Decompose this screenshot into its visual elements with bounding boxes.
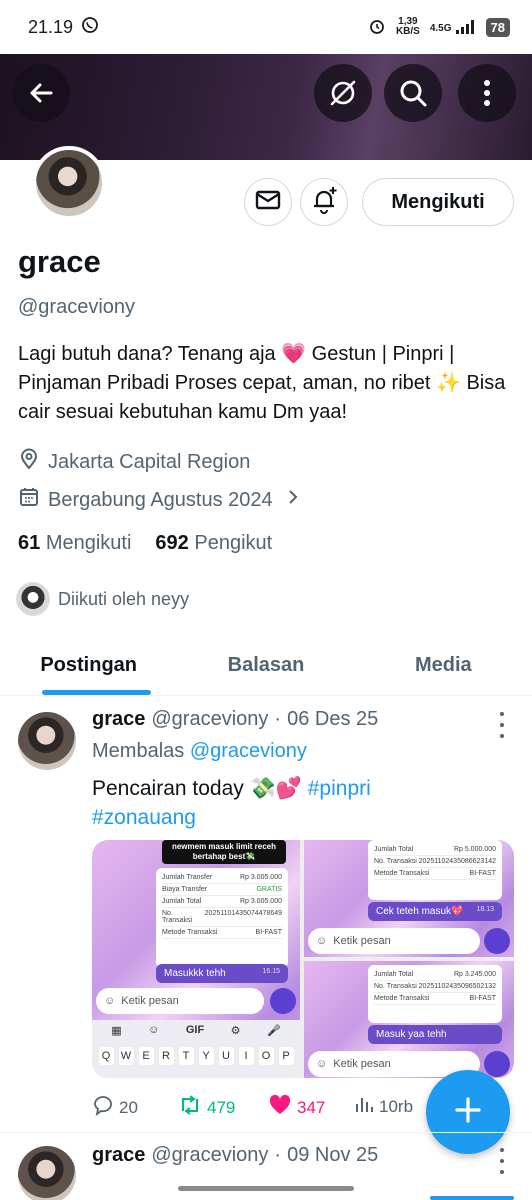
compose-button[interactable]	[426, 1070, 510, 1154]
views-count: 10rb	[379, 1096, 414, 1116]
post-dot: ·	[274, 1144, 282, 1166]
plus-icon	[453, 1095, 483, 1130]
follow-counts: 61 Mengikuti 692 Pengikut	[18, 532, 272, 555]
post-more-icon[interactable]	[492, 712, 512, 738]
location-row: Jakarta Capital Region	[18, 448, 250, 476]
followers-count-link[interactable]: 692 Pengikut	[155, 532, 272, 555]
arrow-left-icon	[27, 79, 55, 107]
bell-plus-icon	[309, 185, 339, 220]
transfer-receipt: Jumlah Total Rp 3.245.000 No. Transaksi 20…	[368, 965, 502, 1023]
mic-icon	[484, 1051, 510, 1077]
post-date: 06 Des 25	[287, 708, 379, 730]
repost-icon	[178, 1094, 202, 1121]
media-image-1[interactable]: newmem masuk limit receh bertahap best💸 …	[92, 840, 300, 1078]
repost-button[interactable]: 479	[178, 1094, 235, 1121]
post-author-name[interactable]: grace	[92, 1144, 145, 1167]
profile-tabs: Postingan Balasan Media	[0, 636, 532, 696]
search-button[interactable]	[384, 64, 442, 122]
reply-button[interactable]: 20	[92, 1094, 138, 1121]
post-text: Pencairan today 💸💕 #pinpri #zonauang	[92, 777, 371, 829]
following-count-link[interactable]: 61 Mengikuti	[18, 532, 131, 555]
views-button[interactable]: 10rb	[354, 1094, 413, 1119]
views-bar-icon	[354, 1094, 374, 1119]
grok-icon	[327, 77, 359, 109]
signal-icon: 4.5G	[430, 20, 476, 34]
post-header: grace @graceviony · 06 Des 25	[92, 708, 378, 731]
profile-bio: Lagi butuh dana? Tenang aja 💗 Gestun | P…	[18, 343, 506, 423]
post-author-handle: @graceviony	[151, 1144, 269, 1166]
chat-bubble: Cek teteh masuk💖 18.13	[368, 902, 502, 921]
post-more-icon[interactable]	[492, 1148, 512, 1174]
like-count: 347	[297, 1097, 326, 1117]
alarm-icon	[368, 17, 386, 38]
comment-icon	[92, 1094, 114, 1121]
reply-to-link[interactable]: @graceviony	[190, 740, 307, 762]
location-text: Jakarta Capital Region	[48, 450, 251, 473]
tab-media[interactable]: Media	[355, 636, 532, 695]
transfer-receipt: Jumlah Transfer Rp 3.005.000 Biaya Transf…	[156, 868, 288, 968]
heart-icon	[268, 1094, 292, 1121]
media-caption-label: newmem masuk limit receh bertahap best💸	[162, 840, 286, 864]
profile-handle: @graceviony	[18, 296, 136, 318]
chat-input: ☺ Ketik pesan	[96, 988, 264, 1014]
tab-indicator-bar	[430, 1196, 514, 1200]
grok-button[interactable]	[314, 64, 372, 122]
post-dot: ·	[274, 708, 282, 730]
media-image-2[interactable]: Jumlah Total Rp 5.000.000 No. Transaksi 20…	[304, 840, 514, 957]
like-button[interactable]: 347	[268, 1094, 325, 1121]
followed-by-text: Diikuti oleh neyy	[58, 588, 190, 609]
post-divider	[0, 1132, 532, 1133]
message-button[interactable]	[244, 178, 292, 226]
media-image-3[interactable]: Jumlah Total Rp 3.245.000 No. Transaksi 20…	[304, 961, 514, 1078]
post-date: 09 Nov 25	[287, 1144, 379, 1166]
reply-context: Membalas @graceviony	[92, 740, 307, 762]
transfer-receipt: Jumlah Total Rp 5.000.000 No. Transaksi 20…	[368, 840, 502, 900]
reply-count: 20	[119, 1097, 138, 1117]
mail-icon	[255, 189, 281, 216]
follower-avatar	[16, 582, 50, 616]
post-header: grace @graceviony · 09 Nov 25	[92, 1144, 378, 1167]
mic-icon	[484, 928, 510, 954]
repost-count: 479	[207, 1097, 236, 1117]
joined-text: Bergabung Agustus 2024	[48, 488, 273, 511]
status-time: 21.19	[28, 16, 74, 37]
hashtag-pinpri[interactable]: #pinpri	[308, 777, 371, 800]
post-avatar[interactable]	[18, 712, 76, 770]
location-pin-icon	[18, 448, 40, 476]
whatsapp-icon	[81, 16, 99, 39]
search-icon	[398, 78, 428, 108]
profile-banner	[0, 54, 532, 160]
mic-icon	[270, 988, 296, 1014]
emoji-icon: ☺	[104, 995, 116, 1007]
tab-posts[interactable]: Postingan	[0, 636, 177, 695]
home-indicator[interactable]	[178, 1186, 354, 1191]
status-bar: 21.19 1,39 KB/S 4.5G 78	[0, 0, 532, 54]
notify-button[interactable]	[300, 178, 348, 226]
post-author-handle: @graceviony	[151, 708, 269, 730]
keyboard-preview: ▦ ☺ GIF ⚙ 🎤 QWERTYUIOP	[92, 1020, 300, 1078]
followed-by-row[interactable]: Diikuti oleh neyy	[16, 582, 189, 616]
more-button[interactable]	[458, 64, 516, 122]
battery-indicator: 78	[485, 17, 510, 37]
calendar-icon	[18, 486, 40, 514]
net-unit: KB/S	[395, 26, 420, 37]
post-author-name[interactable]: grace	[92, 708, 145, 731]
chat-bubble: Masuk yaa tehh	[368, 1025, 502, 1044]
following-button[interactable]: Mengikuti	[362, 178, 514, 226]
more-vertical-icon	[482, 79, 492, 107]
chevron-right-icon	[287, 488, 299, 512]
profile-name: grace	[18, 244, 101, 279]
joined-row[interactable]: Bergabung Agustus 2024	[18, 486, 299, 514]
back-button[interactable]	[12, 64, 70, 122]
chat-input: ☺ Ketik pesan	[308, 928, 480, 954]
hashtag-zonauang[interactable]: #zonauang	[92, 806, 196, 829]
post-media-grid[interactable]: newmem masuk limit receh bertahap best💸 …	[92, 840, 514, 1078]
chat-bubble: Masukkk tehh 16.15	[156, 964, 288, 983]
post-avatar[interactable]	[18, 1146, 76, 1200]
profile-avatar[interactable]	[32, 146, 106, 220]
tab-replies[interactable]: Balasan	[177, 636, 354, 695]
